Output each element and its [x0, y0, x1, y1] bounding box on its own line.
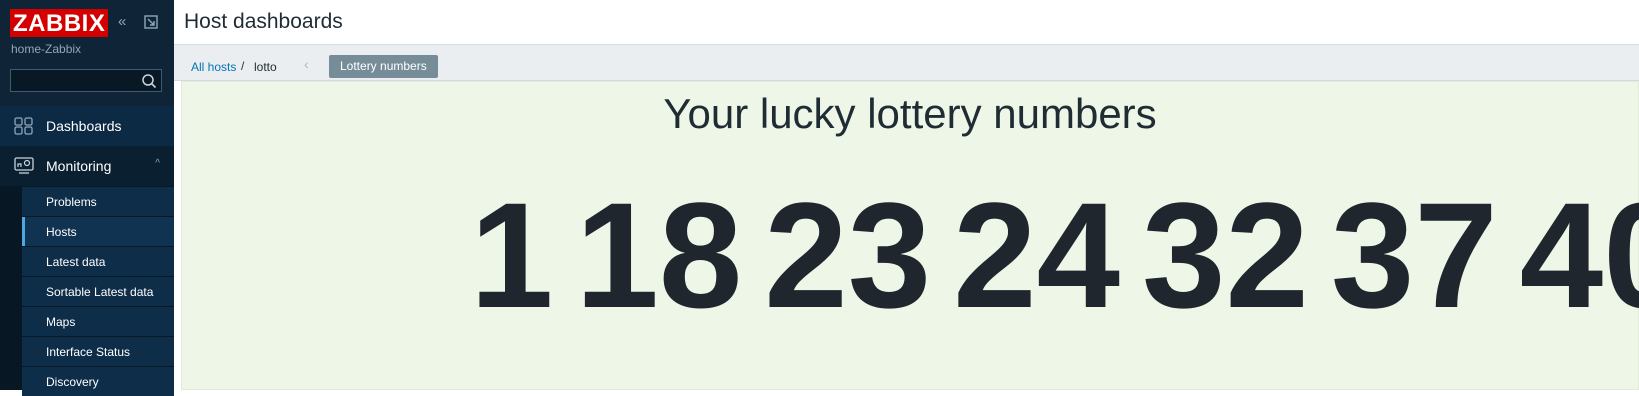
dashboards-icon	[14, 117, 33, 135]
dashboard-tab-lottery-numbers[interactable]: Lottery numbers	[329, 55, 438, 78]
monitoring-icon	[14, 157, 34, 174]
lottery-number: 37	[1330, 171, 1498, 339]
lottery-numbers: 1 18 23 24 32 37 40	[470, 180, 1639, 330]
sidebar-item-label: Problems	[46, 195, 97, 209]
search-field[interactable]	[10, 69, 162, 92]
chevron-up-icon[interactable]: ^	[155, 158, 160, 169]
nav-dashboards[interactable]: Dashboards	[0, 106, 174, 146]
server-name: home-Zabbix	[11, 42, 82, 56]
lottery-number: 24	[953, 171, 1121, 339]
sidebar-item-label: Maps	[46, 315, 76, 329]
search-icon[interactable]	[141, 73, 157, 89]
lottery-number: 32	[1142, 171, 1309, 339]
breadcrumb-current-host: lotto	[254, 60, 277, 74]
sidebar-item-label: Interface Status	[46, 345, 131, 359]
sidebar-item-interface-status[interactable]: Interface Status	[22, 336, 174, 366]
sidebar-item-problems[interactable]: Problems	[22, 186, 174, 216]
nav-dashboards-label: Dashboards	[46, 118, 122, 134]
lottery-number: 18	[575, 171, 743, 339]
sidebar-item-discovery[interactable]: Discovery	[22, 366, 174, 396]
nav-monitoring[interactable]: Monitoring ^	[0, 146, 174, 186]
breadcrumb-all-hosts[interactable]: All hosts	[191, 60, 236, 74]
sidebar-item-label: Latest data	[46, 255, 106, 269]
sidebar-item-hosts[interactable]: Hosts	[22, 216, 174, 246]
sidebar-item-sortable-latest-data[interactable]: Sortable Latest data	[22, 276, 174, 306]
zabbix-logo[interactable]: ZABBIX	[10, 9, 109, 37]
submenu-indent	[0, 186, 22, 390]
lottery-number: 23	[764, 171, 932, 339]
lottery-number: 1	[470, 171, 554, 339]
breadcrumb-separator: /	[241, 59, 245, 73]
lottery-number: 40	[1519, 171, 1639, 339]
dashboard-navbar: All hosts / lotto ‹ Lottery numbers	[174, 45, 1639, 81]
page-title: Host dashboards	[184, 10, 343, 33]
sidebar-item-label: Hosts	[46, 225, 77, 239]
search-input[interactable]	[11, 70, 143, 91]
nav-monitoring-label: Monitoring	[46, 158, 112, 174]
kiosk-mode-icon[interactable]	[143, 14, 159, 30]
lottery-widget: Your lucky lottery numbers 1 18 23 24 32…	[181, 81, 1639, 390]
previous-page-icon[interactable]: ‹	[304, 56, 318, 72]
sidebar-item-latest-data[interactable]: Latest data	[22, 246, 174, 276]
collapse-sidebar-icon[interactable]: «	[118, 14, 134, 30]
widget-title: Your lucky lottery numbers	[663, 90, 1157, 137]
sidebar-item-label: Sortable Latest data	[46, 285, 154, 299]
sidebar: ZABBIX « home-Zabbix Dashboards Monitori…	[0, 0, 174, 396]
sidebar-item-maps[interactable]: Maps	[22, 306, 174, 336]
sidebar-item-label: Discovery	[46, 375, 99, 389]
